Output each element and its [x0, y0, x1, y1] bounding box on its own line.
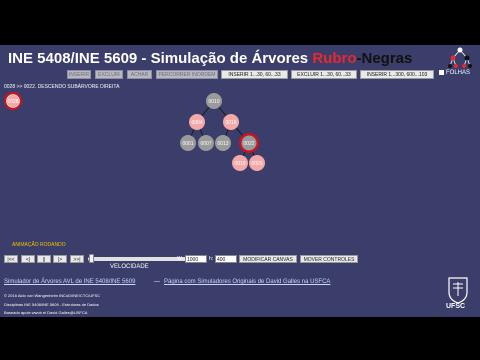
speed-label: VELOCIDADE [110, 264, 149, 270]
node-label-floating: 0028 [7, 99, 18, 105]
height-label: h: [209, 256, 214, 262]
canvas-height-input[interactable]: 400 [215, 255, 237, 263]
simulator-app: INE 5408/INE 5609 - Simulação de Árvores… [0, 45, 480, 317]
node-label: 0010 [208, 99, 219, 105]
tree-node-0001: 0001 [180, 135, 196, 151]
tree-node-0010: 0010 [206, 93, 222, 109]
node-label: 0016 [225, 120, 236, 126]
move-controls-button[interactable]: MOVER CONTROLES [300, 255, 358, 263]
tree-canvas: 0028 0010 0004 0016 0001 0007 0013 0022 … [4, 92, 265, 171]
animation-status: ANIMAÇÃO RODANDO [12, 242, 66, 248]
tree-node-0004: 0004 [189, 114, 205, 130]
canvas-width-input[interactable]: 1000 [185, 255, 207, 263]
avl-simulator-link[interactable]: Simulador de Árvores AVL de INE 5408/INE… [4, 279, 135, 285]
node-label: 0001 [182, 141, 193, 147]
step-forward-button[interactable]: |> [53, 255, 67, 263]
tree-node-0019: 0019 [232, 155, 248, 171]
modify-canvas-button[interactable]: MODIFICAR CANVAS [239, 255, 297, 263]
skip-back-button[interactable]: |<< [4, 255, 18, 263]
speed-slider[interactable] [88, 257, 200, 261]
tree-node-0016: 0016 [223, 114, 239, 130]
tree-node-0022-highlighted: 0022 [239, 133, 259, 153]
tree-node-0007: 0007 [198, 135, 214, 151]
node-label: 0007 [200, 141, 211, 147]
floating-node: 0028 [4, 92, 22, 110]
node-label: 0019 [234, 161, 245, 167]
width-label: W: [177, 256, 184, 262]
footer-separator: — [154, 279, 160, 285]
node-label: 0013 [217, 141, 228, 147]
tree-edges [187, 100, 258, 164]
step-back-button[interactable]: <| [21, 255, 35, 263]
tree-node-0025: 0025 [249, 155, 265, 171]
course-line: Disciplinas INE 5408/INE 5609 - Estrutur… [4, 302, 99, 307]
tree-node-0013: 0013 [215, 135, 231, 151]
copyright-line: © 2016 Aldo von Wangenheim INCoD/INE/CTC… [4, 293, 101, 298]
skip-forward-button[interactable]: >>| [70, 255, 84, 263]
node-label: 0004 [191, 120, 202, 126]
speed-slider-handle[interactable] [89, 254, 94, 263]
node-label: 0025 [251, 161, 262, 167]
ufsc-label: UFSC [446, 303, 466, 310]
node-label: 0022 [243, 141, 254, 147]
credit-line: Baseado apois wwob el David Galles@USFCA [4, 310, 88, 315]
galles-simulators-link[interactable]: Página com Simuladores Originais de Davi… [164, 279, 330, 285]
pause-button[interactable]: || [37, 255, 51, 263]
